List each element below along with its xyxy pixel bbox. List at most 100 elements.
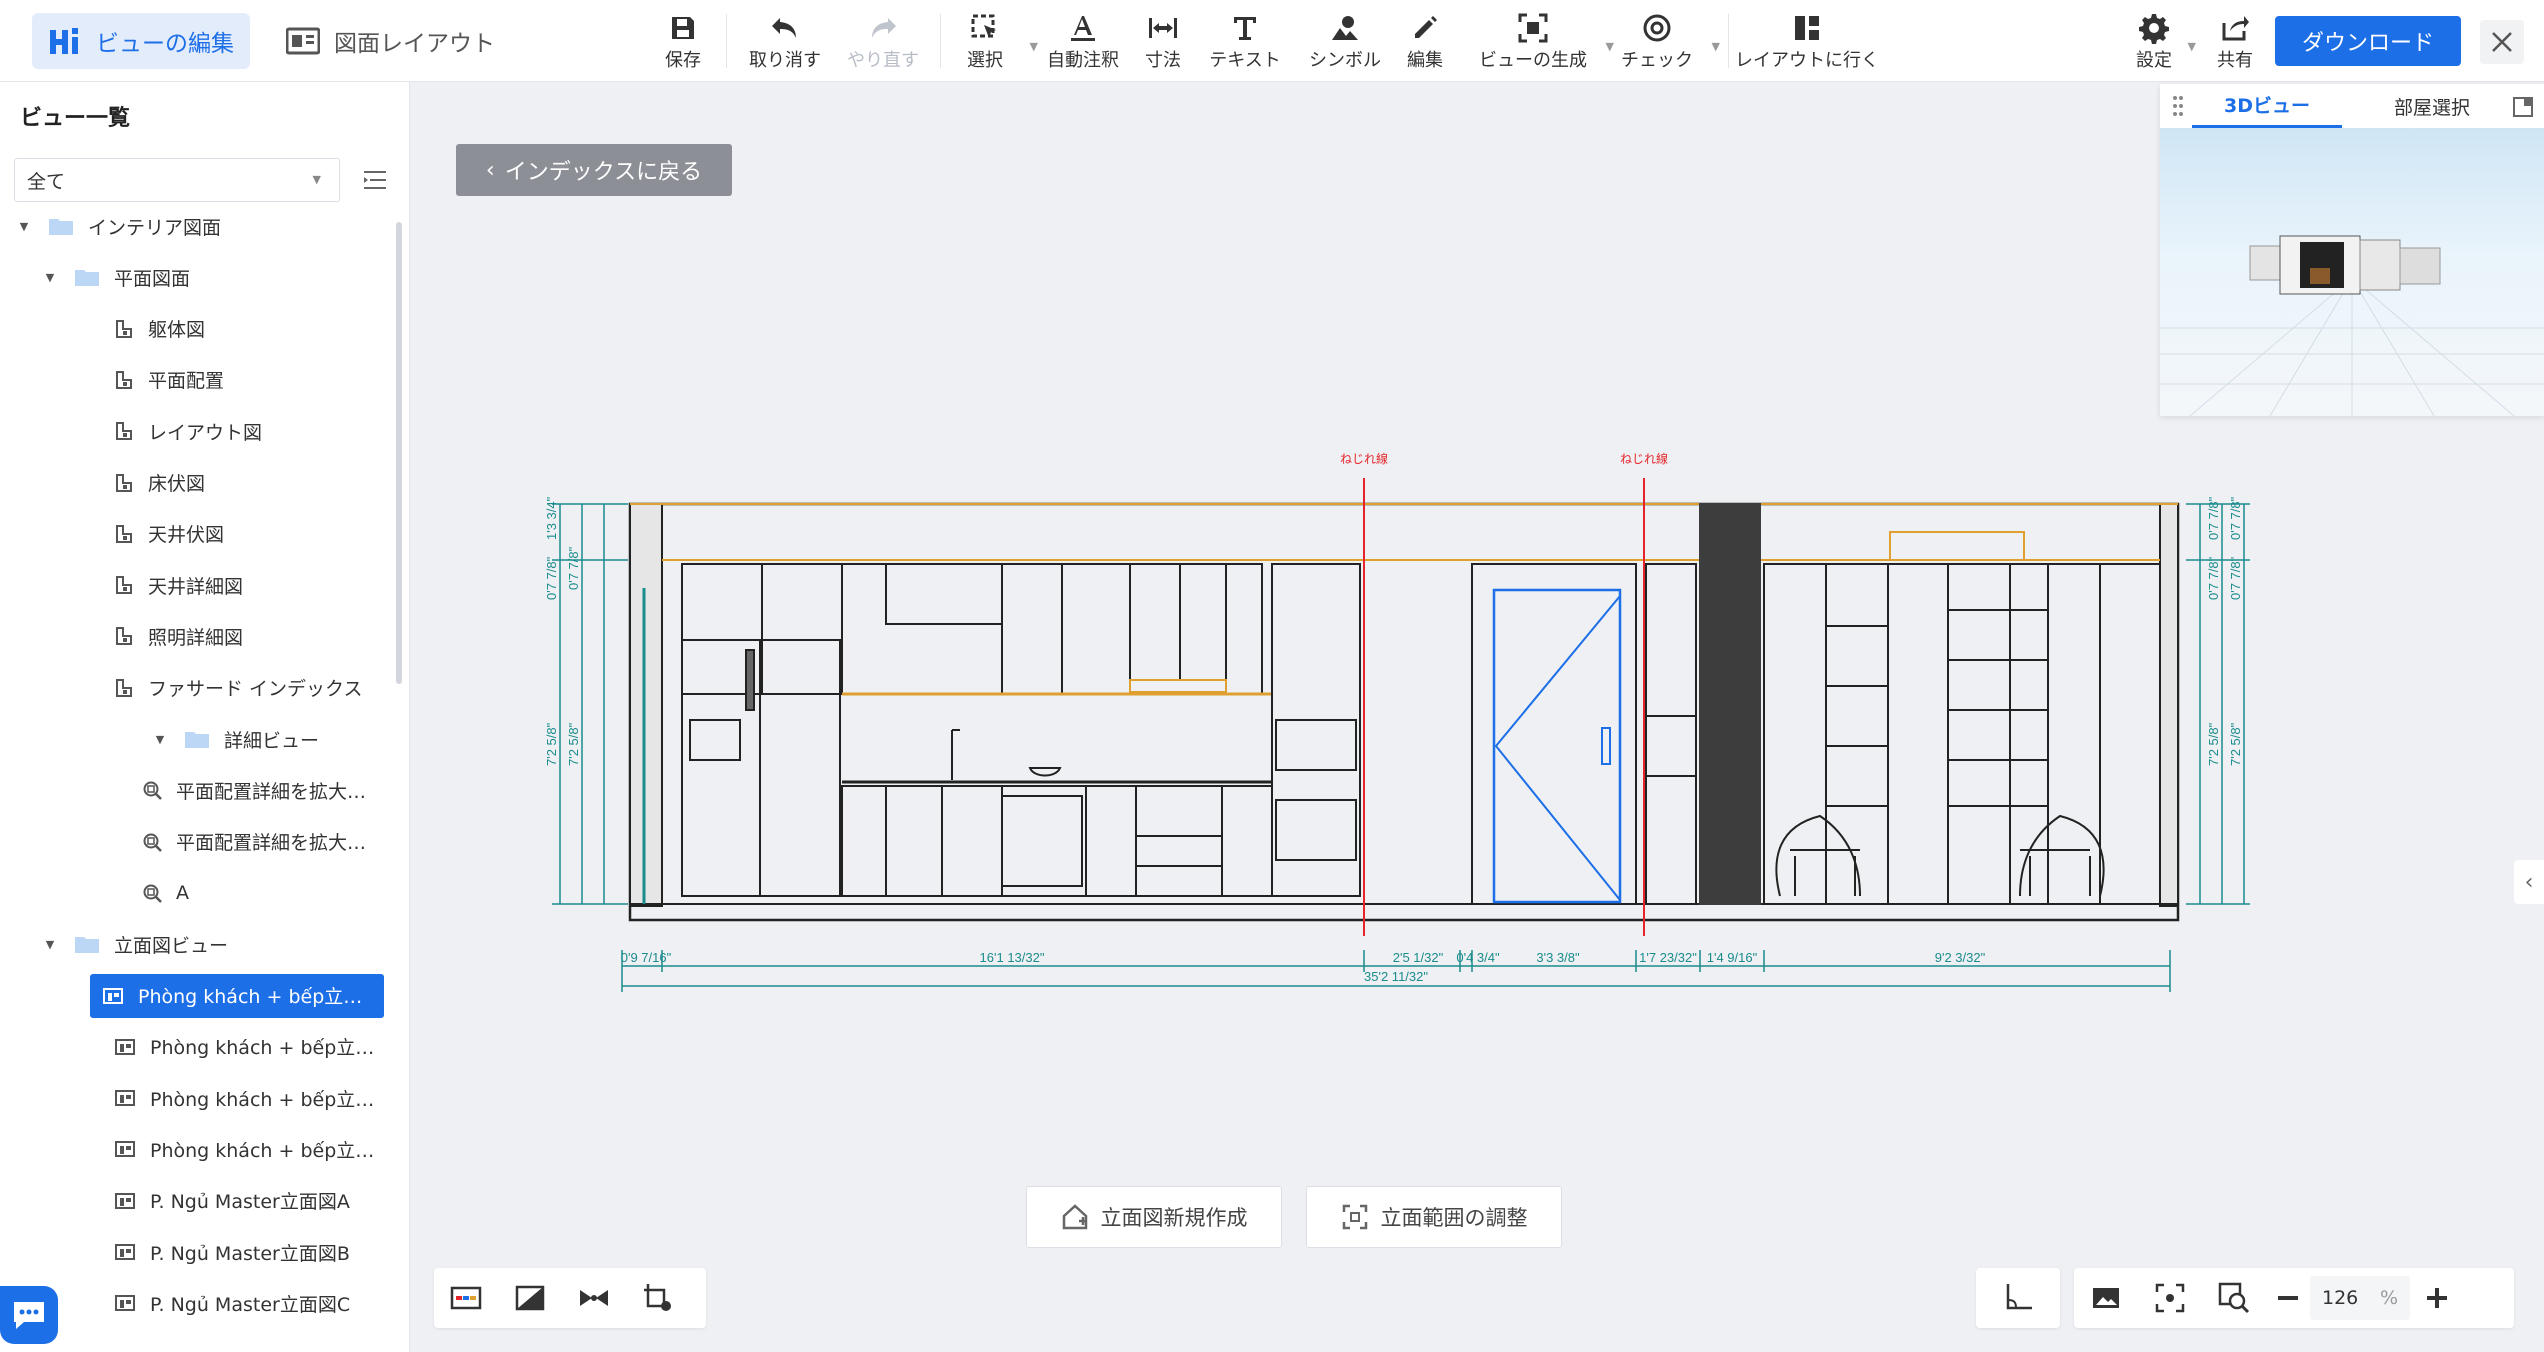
floor-plan-icon — [114, 575, 134, 595]
new-elevation-button[interactable]: 立面図新規作成 — [1026, 1186, 1282, 1248]
tree-view-item[interactable]: Phòng khách + bếp立… — [90, 973, 384, 1018]
tree-item-label: A — [176, 881, 189, 904]
caret-down-icon[interactable]: ▼ — [38, 938, 62, 951]
zoom-out-button[interactable] — [2266, 1268, 2310, 1328]
tree-item-label: 天井詳細図 — [148, 575, 244, 598]
adjust-range-button[interactable]: 立面範囲の調整 — [1306, 1186, 1562, 1248]
folder-icon — [48, 216, 74, 236]
elevation-view-icon — [114, 1293, 136, 1313]
chat-button[interactable] — [0, 1286, 58, 1344]
gear-icon — [2139, 14, 2169, 44]
tree-view-item[interactable]: ファサード インデックス — [90, 666, 460, 710]
tree-item-label: 躯体図 — [148, 319, 206, 342]
back-to-index-button[interactable]: ‹ インデックスに戻る — [456, 144, 732, 196]
tree-view-item[interactable]: レイアウト図 — [90, 409, 460, 453]
text-button[interactable]: テキスト — [1190, 10, 1300, 72]
zoom-region-button[interactable] — [2202, 1268, 2266, 1328]
generate-view-label: ビューの生成 — [1479, 50, 1587, 71]
tree-item-label: 天井伏図 — [148, 524, 225, 547]
save-icon — [672, 17, 694, 39]
text-icon — [1234, 17, 1256, 40]
list-settings-icon[interactable] — [362, 168, 388, 192]
check-button[interactable]: チェック ▼ — [1602, 10, 1720, 72]
fill-toggle-button[interactable] — [498, 1268, 562, 1328]
go-layout-button[interactable]: レイアウトに行く — [1732, 10, 1882, 72]
tab-edit-view[interactable]: ビューの編集 — [32, 13, 250, 69]
detail-view-icon — [142, 883, 162, 903]
generate-view-button[interactable]: ビューの生成 ▼ — [1468, 10, 1614, 72]
tree-item-label: 照明詳細図 — [148, 626, 244, 649]
tab-drawing-layout[interactable]: 図面レイアウト — [282, 13, 502, 69]
tree-view-item[interactable]: 平面配置詳細を拡大… — [90, 820, 460, 864]
zoom-in-button[interactable] — [2410, 1268, 2464, 1328]
detail-view-icon — [142, 832, 162, 852]
tree-view-item[interactable]: 平面配置 — [90, 358, 460, 402]
tree-folder[interactable]: ▼ 平面図面 — [12, 255, 382, 299]
tree-view-item[interactable]: 天井伏図 — [90, 512, 460, 556]
collapse-preview-icon[interactable] — [2512, 96, 2534, 118]
share-button[interactable]: 共有 — [2180, 10, 2290, 72]
axis-button[interactable] — [1976, 1268, 2060, 1328]
save-button[interactable]: 保存 — [628, 10, 738, 72]
tree-item-label: 平面配置詳細を拡大… — [176, 780, 367, 803]
go-layout-label: レイアウトに行く — [1735, 50, 1879, 71]
redo-button[interactable]: やり直す — [828, 10, 938, 72]
tab-room-select[interactable]: 部屋選択 — [2352, 84, 2512, 128]
tree-view-item[interactable]: 天井詳細図 — [90, 563, 460, 607]
adjust-range-icon — [1342, 1204, 1367, 1230]
tree-folder[interactable]: ▼ 立面図ビュー — [12, 922, 382, 966]
view-filter-select[interactable]: 全て ▼ — [14, 158, 340, 202]
caret-down-icon[interactable]: ▼ — [148, 733, 172, 746]
layout-icon — [286, 27, 320, 55]
tree-view-item[interactable]: 照明詳細図 — [90, 614, 460, 658]
close-button[interactable] — [2480, 20, 2524, 64]
tree-view-item[interactable]: P. Ngủ Master立面図B — [90, 1230, 460, 1274]
tab-3d-view[interactable]: 3Dビュー — [2192, 84, 2342, 128]
chevron-left-icon: ‹ — [2524, 869, 2534, 895]
layer-style-button[interactable] — [434, 1268, 498, 1328]
top-toolbar: ビューの編集 図面レイアウト 保存 取り消す やり直す 選択 ▼ 自動注釈 寸法… — [0, 0, 2544, 82]
filter-value: 全て — [27, 170, 66, 193]
undo-button[interactable]: 取り消す — [730, 10, 840, 72]
tree-item-label: 平面図面 — [114, 267, 191, 290]
crop-settings-button[interactable] — [626, 1268, 690, 1328]
caret-down-icon[interactable]: ▼ — [12, 220, 36, 233]
chevron-left-icon: ‹ — [485, 157, 495, 183]
tree-view-item[interactable]: 床伏図 — [90, 461, 460, 505]
tree-view-item[interactable]: 躯体図 — [90, 307, 460, 351]
detail-view-icon — [142, 780, 162, 801]
tree-view-item[interactable]: Phòng khách + bếp立… — [90, 1076, 460, 1120]
redo-label: やり直す — [847, 50, 919, 71]
tree-view-item[interactable]: P. Ngủ Master立面図A — [90, 1179, 460, 1223]
folder-icon — [74, 934, 100, 954]
select-button[interactable]: 選択 ▼ — [930, 10, 1040, 72]
tree-view-item[interactable]: A — [90, 871, 460, 915]
adjust-range-label: 立面範囲の調整 — [1380, 1206, 1528, 1230]
zoom-input[interactable]: 126 % — [2310, 1276, 2410, 1320]
3d-preview-scene[interactable] — [2160, 128, 2544, 416]
drag-handle-icon[interactable] — [2172, 94, 2184, 118]
edit-button[interactable]: 編集 — [1370, 10, 1480, 72]
fit-view-button[interactable] — [2138, 1268, 2202, 1328]
caret-down-icon[interactable]: ▼ — [38, 271, 62, 284]
image-icon — [2093, 1288, 2119, 1308]
fill-icon — [515, 1285, 545, 1311]
tree-folder[interactable]: ▼ 詳細ビュー — [90, 717, 460, 761]
generate-view-icon — [1518, 13, 1548, 43]
download-button[interactable]: ダウンロード — [2275, 16, 2461, 66]
go-layout-icon — [1795, 16, 1819, 40]
tree-folder[interactable]: ▼ インテリア図面 — [12, 204, 382, 248]
tree-view-item[interactable]: P. Ngủ Master立面図C — [90, 1281, 460, 1325]
export-image-button[interactable] — [2074, 1268, 2138, 1328]
tree-scrollbar[interactable] — [396, 222, 402, 684]
tree-view-item[interactable]: Phòng khách + bếp立… — [90, 1025, 460, 1069]
floor-plan-icon — [114, 421, 134, 441]
floor-plan-icon — [114, 319, 134, 339]
symbol-toggle-button[interactable] — [562, 1268, 626, 1328]
tree-view-item[interactable]: 平面配置詳細を拡大… — [90, 768, 460, 812]
expand-panel-handle[interactable]: ‹ — [2514, 860, 2544, 904]
zoom-unit: % — [2379, 1287, 2398, 1309]
tree-item-label: ファサード インデックス — [148, 678, 363, 701]
tree-view-item[interactable]: Phòng khách + bếp立… — [90, 1127, 460, 1171]
tree-item-label: 詳細ビュー — [224, 729, 320, 752]
